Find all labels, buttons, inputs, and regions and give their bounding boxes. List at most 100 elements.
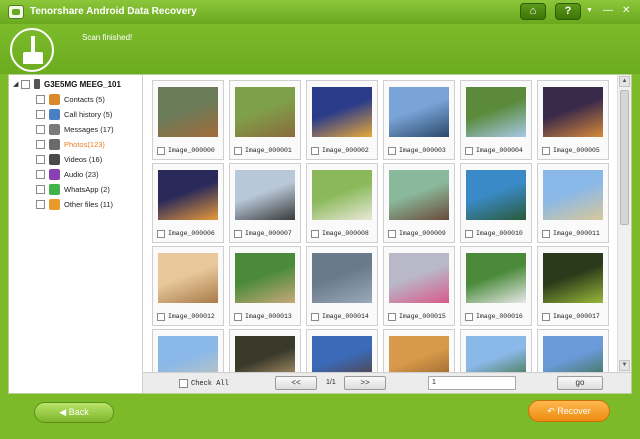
photo-thumbnail[interactable] — [537, 329, 609, 372]
category-checkbox[interactable] — [36, 140, 45, 149]
page-number-input[interactable]: 1 — [428, 376, 516, 390]
photo-thumbnail[interactable]: Image_000009 — [383, 163, 455, 243]
category-item[interactable]: Call history (5) — [36, 108, 112, 121]
photo-thumbnail[interactable] — [383, 329, 455, 372]
photo-image[interactable] — [158, 87, 218, 137]
category-item[interactable]: Contacts (5) — [36, 93, 105, 106]
photo-checkbox[interactable] — [311, 313, 319, 321]
photo-thumbnail[interactable]: Image_000003 — [383, 80, 455, 160]
scroll-down-icon[interactable]: ▼ — [619, 360, 630, 371]
check-all-checkbox[interactable] — [179, 379, 188, 388]
photo-checkbox[interactable] — [465, 230, 473, 238]
photo-image[interactable] — [543, 253, 603, 303]
photo-thumbnail[interactable] — [152, 329, 224, 372]
scroll-up-icon[interactable]: ▲ — [619, 76, 630, 87]
photo-checkbox[interactable] — [234, 230, 242, 238]
photo-thumbnail[interactable]: Image_000012 — [152, 246, 224, 326]
photo-image[interactable] — [312, 170, 372, 220]
photo-thumbnail[interactable]: Image_000013 — [229, 246, 301, 326]
photo-checkbox[interactable] — [388, 230, 396, 238]
photo-thumbnail[interactable]: Image_000000 — [152, 80, 224, 160]
category-checkbox[interactable] — [36, 155, 45, 164]
photo-thumbnail[interactable] — [229, 329, 301, 372]
photo-checkbox[interactable] — [311, 230, 319, 238]
category-checkbox[interactable] — [36, 110, 45, 119]
photo-checkbox[interactable] — [542, 147, 550, 155]
photo-image[interactable] — [543, 170, 603, 220]
photo-image[interactable] — [235, 253, 295, 303]
photo-image[interactable] — [543, 87, 603, 137]
photo-thumbnail[interactable]: Image_000014 — [306, 246, 378, 326]
photo-checkbox[interactable] — [311, 147, 319, 155]
photo-checkbox[interactable] — [542, 313, 550, 321]
photo-image[interactable] — [389, 170, 449, 220]
prev-page-button[interactable]: << — [275, 376, 317, 390]
minimize-button[interactable]: — — [603, 5, 613, 17]
scroll-thumb[interactable] — [620, 90, 629, 225]
photo-checkbox[interactable] — [234, 313, 242, 321]
photo-image[interactable] — [466, 170, 526, 220]
photo-checkbox[interactable] — [388, 147, 396, 155]
photo-image[interactable] — [312, 87, 372, 137]
photo-checkbox[interactable] — [542, 230, 550, 238]
photo-image[interactable] — [543, 336, 603, 372]
home-button[interactable]: ⌂ — [520, 3, 546, 20]
photo-checkbox[interactable] — [157, 147, 165, 155]
photo-thumbnail[interactable]: Image_000007 — [229, 163, 301, 243]
category-checkbox[interactable] — [36, 125, 45, 134]
category-checkbox[interactable] — [36, 170, 45, 179]
photo-thumbnail[interactable]: Image_000017 — [537, 246, 609, 326]
photo-checkbox[interactable] — [465, 147, 473, 155]
photo-thumbnail[interactable]: Image_000001 — [229, 80, 301, 160]
photo-image[interactable] — [466, 87, 526, 137]
photo-thumbnail[interactable] — [460, 329, 532, 372]
photo-image[interactable] — [466, 253, 526, 303]
photo-image[interactable] — [466, 336, 526, 372]
photo-image[interactable] — [235, 336, 295, 372]
category-item[interactable]: Videos (16) — [36, 153, 102, 166]
photo-image[interactable] — [158, 253, 218, 303]
photo-thumbnail[interactable] — [306, 329, 378, 372]
photo-thumbnail[interactable]: Image_000006 — [152, 163, 224, 243]
photo-image[interactable] — [389, 253, 449, 303]
photo-image[interactable] — [235, 87, 295, 137]
photo-image[interactable] — [235, 170, 295, 220]
category-item[interactable]: WhatsApp (2) — [36, 183, 110, 196]
photo-image[interactable] — [389, 87, 449, 137]
photo-image[interactable] — [389, 336, 449, 372]
photo-image[interactable] — [312, 336, 372, 372]
category-checkbox[interactable] — [36, 95, 45, 104]
expander-icon[interactable]: ◢ — [13, 80, 21, 88]
photo-checkbox[interactable] — [157, 313, 165, 321]
photo-image[interactable] — [312, 253, 372, 303]
photo-image[interactable] — [158, 170, 218, 220]
photo-checkbox[interactable] — [465, 313, 473, 321]
recover-button[interactable]: ↶ Recover — [528, 400, 610, 422]
photo-thumbnail[interactable]: Image_000015 — [383, 246, 455, 326]
category-item[interactable]: Audio (23) — [36, 168, 99, 181]
menu-caret-icon[interactable]: ▼ — [586, 5, 593, 17]
category-checkbox[interactable] — [36, 185, 45, 194]
photo-thumbnail[interactable]: Image_000010 — [460, 163, 532, 243]
next-page-button[interactable]: >> — [344, 376, 386, 390]
check-all[interactable]: Check All — [179, 379, 229, 388]
photo-checkbox[interactable] — [157, 230, 165, 238]
photo-thumbnail[interactable]: Image_000016 — [460, 246, 532, 326]
go-button[interactable]: go — [557, 376, 603, 390]
device-checkbox[interactable] — [21, 79, 30, 89]
help-button[interactable]: ? — [555, 3, 581, 20]
photo-thumbnail[interactable]: Image_000008 — [306, 163, 378, 243]
device-node[interactable]: ◢ G3E5MG MEEG_101 — [13, 78, 121, 90]
photo-image[interactable] — [158, 336, 218, 372]
close-button[interactable]: ✕ — [622, 5, 630, 17]
photo-thumbnail[interactable]: Image_000004 — [460, 80, 532, 160]
category-item[interactable]: Photos(123) — [36, 138, 105, 151]
photo-checkbox[interactable] — [234, 147, 242, 155]
photo-thumbnail[interactable]: Image_000002 — [306, 80, 378, 160]
category-item[interactable]: Messages (17) — [36, 123, 114, 136]
photo-thumbnail[interactable]: Image_000005 — [537, 80, 609, 160]
category-item[interactable]: Other files (11) — [36, 198, 113, 211]
vertical-scrollbar[interactable]: ▲ ▼ — [617, 75, 631, 372]
back-button[interactable]: ◀ Back — [34, 402, 114, 423]
category-checkbox[interactable] — [36, 200, 45, 209]
